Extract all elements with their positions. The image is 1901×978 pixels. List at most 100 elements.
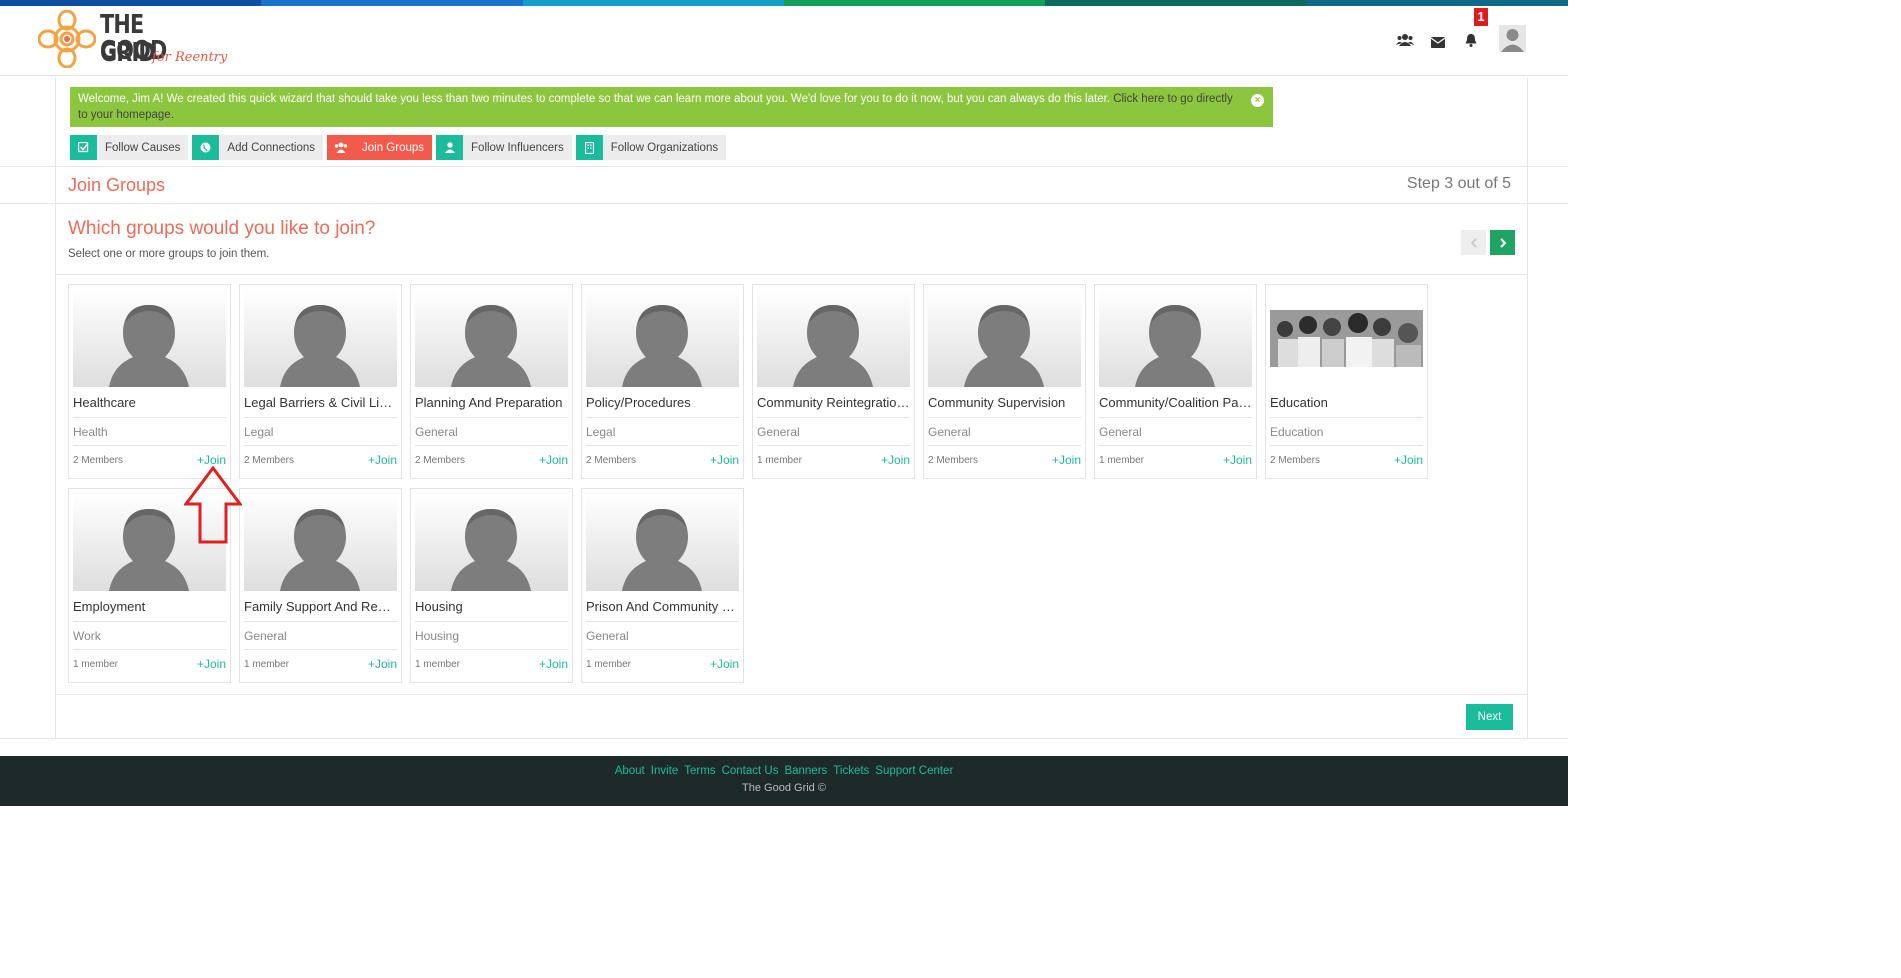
divider [56, 274, 1527, 275]
group-placeholder-icon [415, 493, 568, 591]
group-image[interactable] [1099, 289, 1252, 387]
group-card[interactable]: Housing Housing 1 member +Join [410, 488, 573, 683]
question-subtitle: Select one or more groups to join them. [68, 248, 270, 260]
group-name[interactable]: Community Supervision [928, 395, 1081, 410]
group-name[interactable]: Policy/Procedures [586, 395, 739, 410]
group-category: General [586, 629, 629, 643]
divider [0, 738, 1568, 739]
group-image[interactable] [415, 289, 568, 387]
group-members-count: 1 member [244, 659, 290, 670]
group-card[interactable]: Community/Coalition Part... General 1 memb… [1094, 284, 1257, 479]
prev-page-button[interactable] [1461, 230, 1486, 255]
group-image[interactable] [244, 289, 397, 387]
notifications-nav-icon[interactable] [1465, 33, 1477, 47]
divider [244, 445, 397, 446]
footer-link-support-center[interactable]: Support Center [875, 765, 953, 777]
group-image[interactable] [415, 493, 568, 591]
next-button[interactable]: Next [1466, 704, 1513, 730]
join-group-button[interactable]: +Join [368, 657, 397, 671]
footer-link-about[interactable]: About [615, 765, 645, 777]
copyright: The Good Grid © [742, 782, 826, 794]
group-name[interactable]: Community/Coalition Part... [1099, 395, 1252, 410]
group-category: Legal [586, 425, 616, 439]
join-group-button[interactable]: +Join [197, 453, 226, 467]
notification-badge: 1 [1474, 8, 1488, 26]
group-name[interactable]: Housing [415, 599, 568, 614]
group-image[interactable] [244, 493, 397, 591]
group-card[interactable]: Education Education 2 Members +Join [1265, 284, 1428, 479]
join-group-button[interactable]: +Join [539, 453, 568, 467]
join-group-button[interactable]: +Join [368, 453, 397, 467]
step-follow-organizations[interactable]: Follow Organizations [575, 135, 727, 160]
group-members-count: 1 member [415, 659, 461, 670]
group-card[interactable]: Policy/Procedures Legal 2 Members +Join [581, 284, 744, 479]
group-name[interactable]: Prison And Community Bas... [586, 599, 739, 614]
step-follow-influencers[interactable]: Follow Influencers [436, 135, 572, 160]
group-card[interactable]: Prison And Community Bas... General 1 memb… [581, 488, 744, 683]
divider [1099, 417, 1252, 418]
group-name[interactable]: Family Support And Reunifi... [244, 599, 397, 614]
footer-link-contact-us[interactable]: Contact Us [722, 765, 779, 777]
group-image[interactable] [757, 289, 910, 387]
group-members-count: 1 member [1099, 455, 1145, 466]
group-placeholder-icon [1099, 289, 1252, 387]
step-add-connections[interactable]: Add Connections [192, 135, 324, 160]
group-image[interactable] [1270, 289, 1423, 387]
group-card[interactable]: Legal Barriers & Civil Liabil... Legal 2 M… [239, 284, 402, 479]
join-group-button[interactable]: +Join [1394, 453, 1423, 467]
globe-icon [192, 135, 220, 160]
group-image[interactable] [586, 289, 739, 387]
question-title: Which groups would you like to join? [68, 218, 376, 239]
divider [586, 621, 739, 622]
group-name[interactable]: Legal Barriers & Civil Liabil... [244, 395, 397, 410]
divider [415, 417, 568, 418]
group-image[interactable] [586, 493, 739, 591]
group-card[interactable]: Community Reintegration ... General 1 memb… [752, 284, 915, 479]
footer-link-invite[interactable]: Invite [651, 765, 679, 777]
group-name[interactable]: Community Reintegration ... [757, 395, 910, 410]
messages-nav-icon[interactable] [1430, 35, 1446, 48]
group-members-count: 2 Members [73, 455, 124, 466]
group-card[interactable]: Family Support And Reunifi... General 1 me… [239, 488, 402, 683]
logo-tagline: for Reentry [152, 50, 228, 65]
group-card[interactable]: Community Supervision General 2 Members +Jo… [923, 284, 1086, 479]
divider [73, 649, 226, 650]
step-label: Add Connections [227, 141, 316, 154]
step-join-groups[interactable]: Join Groups [327, 135, 433, 160]
group-category: General [415, 425, 458, 439]
group-members-count: 2 Members [244, 455, 295, 466]
join-group-button[interactable]: +Join [710, 657, 739, 671]
group-name[interactable]: Healthcare [73, 395, 226, 410]
divider [586, 649, 739, 650]
join-group-button[interactable]: +Join [1052, 453, 1081, 467]
join-group-button[interactable]: +Join [1223, 453, 1252, 467]
groups-nav-icon[interactable] [1396, 33, 1414, 47]
group-name[interactable]: Planning And Preparation [415, 395, 568, 410]
up-arrow-annotation-icon [184, 466, 242, 544]
next-page-button[interactable] [1490, 230, 1515, 255]
join-group-button[interactable]: +Join [539, 657, 568, 671]
close-icon[interactable]: × [1251, 94, 1264, 107]
footer-link-banners[interactable]: Banners [784, 765, 827, 777]
footer: About Invite Terms Contact Us Banners Tickets… [0, 756, 1568, 806]
footer-link-terms[interactable]: Terms [684, 765, 715, 777]
logo-text-line2: GRID [100, 38, 156, 68]
group-image[interactable] [928, 289, 1081, 387]
user-avatar[interactable] [1499, 25, 1526, 52]
join-group-button[interactable]: +Join [710, 453, 739, 467]
group-name[interactable]: Employment [73, 599, 226, 614]
step-follow-causes[interactable]: Follow Causes [70, 135, 189, 160]
group-members-count: 1 member [73, 659, 119, 670]
flower-logo-icon [38, 10, 96, 68]
logo[interactable]: THE GOOD GRID for Reentry [38, 8, 228, 74]
group-category: Health [73, 425, 108, 439]
group-card[interactable]: Planning And Preparation General 2 Members… [410, 284, 573, 479]
group-card[interactable]: Healthcare Health 2 Members +Join [68, 284, 231, 479]
group-name[interactable]: Education [1270, 395, 1423, 410]
group-image[interactable] [73, 289, 226, 387]
divider [0, 166, 1568, 167]
footer-link-tickets[interactable]: Tickets [833, 765, 869, 777]
join-group-button[interactable]: +Join [197, 657, 226, 671]
bell-icon [1465, 34, 1477, 47]
join-group-button[interactable]: +Join [881, 453, 910, 467]
